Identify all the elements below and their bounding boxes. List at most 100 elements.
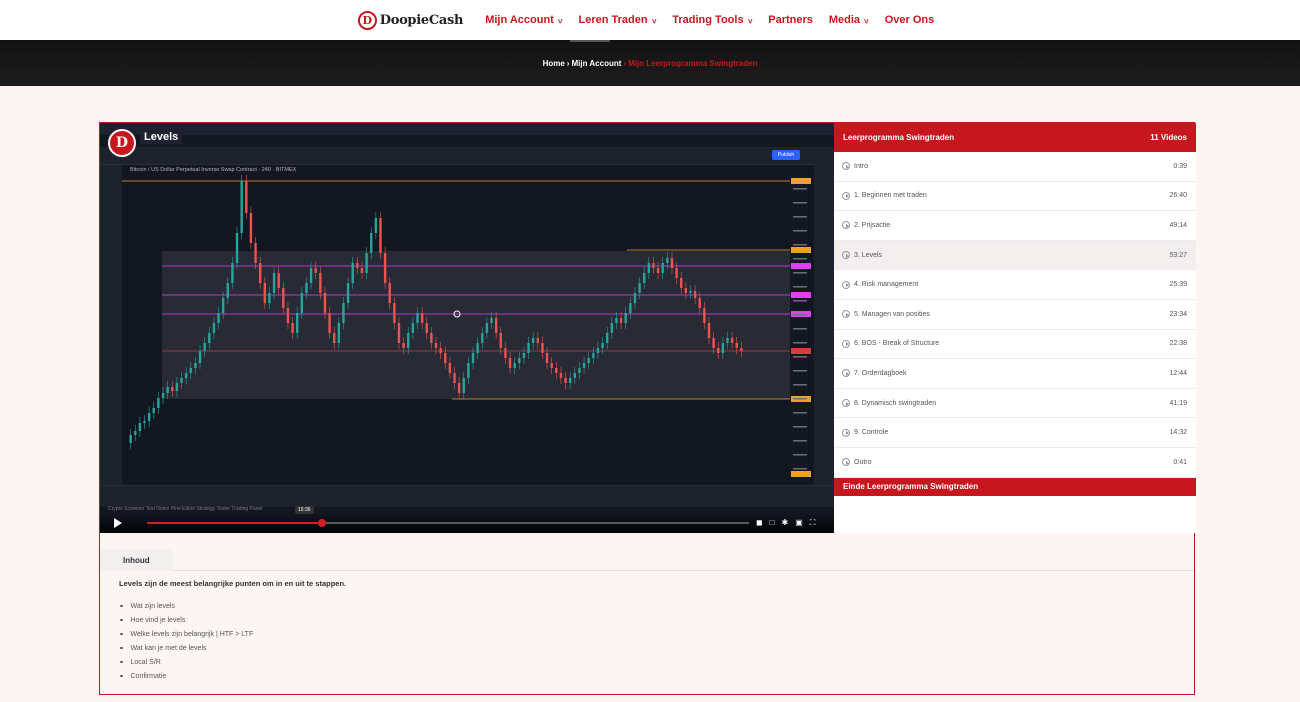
content-tabs: Inhoud (100, 549, 1194, 571)
playlist-item[interactable]: 7. Orderdagboek 12:44 (834, 359, 1196, 389)
candle-body (675, 268, 678, 278)
candle-body (175, 383, 179, 391)
price-tag (791, 247, 811, 253)
play-icon[interactable] (114, 518, 122, 528)
nav-item-partners[interactable]: Partners (768, 14, 813, 26)
video-player[interactable]: D Levels Publish Bitcoin / US Dollar Per… (100, 123, 834, 533)
breadcrumb-home[interactable]: Home (543, 59, 565, 68)
playlist-item[interactable]: 2. Prijsactie 49:14 (834, 211, 1196, 241)
progress-bar[interactable] (147, 519, 749, 527)
playlist-item[interactable]: 4. Risk management 25:39 (834, 270, 1196, 300)
candle-body (740, 348, 743, 351)
nav-menu: Mijn Account ˄ Leren Traden ˄ Trading Tools ˄… (477, 14, 942, 26)
candle-body (481, 333, 484, 343)
playlist-item-label: 5. Managen van posities (854, 310, 930, 318)
candle-body (527, 343, 530, 353)
nav-item-media[interactable]: Media ˄ (829, 14, 869, 26)
candle-body (471, 353, 475, 363)
price-tick (793, 440, 807, 442)
nav-item-over-ons[interactable]: Over Ons (885, 14, 935, 26)
candle-body (393, 303, 396, 323)
playlist-items: Intro 0:39 1. Beginnen met traden 26:40 2. P… (834, 152, 1196, 478)
topic-item: Hoe vind je levels (120, 613, 253, 627)
candle-body (536, 338, 539, 343)
playlist-item[interactable]: 5. Managen van posities 23:34 (834, 300, 1196, 330)
top-navigation: D DoopieCash Mijn Account ˄ Leren Traden ˄ T… (0, 0, 1300, 40)
progress-fill (147, 522, 322, 524)
candle-body (402, 343, 405, 348)
hero-accent-line (570, 40, 610, 42)
playlist-item[interactable]: 3. Levels 53:27 (834, 240, 1196, 271)
candle-body (730, 338, 734, 343)
candle-body (726, 338, 729, 343)
candle-body (615, 318, 618, 323)
pip-icon[interactable]: ▣ (795, 518, 803, 528)
settings-icon[interactable]: ✱ (781, 518, 788, 528)
candle-body (356, 263, 359, 268)
price-tick (793, 356, 807, 358)
logo-text: DoopieCash (379, 12, 464, 28)
nav-item-trading-tools[interactable]: Trading Tools ˄ (672, 14, 752, 26)
candle-body (601, 343, 604, 348)
lesson-topics: Wat zijn levels Hoe vind je levels Welke l… (120, 599, 254, 683)
candle-body (416, 313, 419, 323)
candle-body (268, 293, 271, 303)
video-control-icons: ◼ □ ✱ ▣ ⛶ (756, 518, 815, 528)
candle-body (444, 353, 447, 363)
play-circle-icon (842, 458, 850, 467)
candle-body (161, 393, 165, 398)
playlist-item[interactable]: 8. Dynamisch swingtraden 41:19 (834, 389, 1196, 419)
playlist-item[interactable]: Outro 0:41 (834, 448, 1196, 478)
progress-knob[interactable] (317, 519, 326, 527)
fullscreen-icon[interactable]: ⛶ (810, 518, 816, 528)
candle-body (638, 283, 641, 293)
nav-item-mijn-account[interactable]: Mijn Account ˄ (485, 14, 562, 26)
playlist-item[interactable]: 1. Beginnen met traden 26:40 (834, 182, 1196, 212)
candle-body (453, 373, 456, 383)
candle-body (559, 373, 563, 378)
candle-body (670, 258, 674, 268)
candle-body (351, 263, 354, 283)
candle-body (189, 368, 192, 373)
playlist-item[interactable]: 9. Controle 14:32 (834, 418, 1196, 448)
volume-icon[interactable]: ◼ (756, 518, 763, 528)
nav-item-leren-traden[interactable]: Leren Traden ˄ (579, 14, 657, 26)
candle-body (397, 323, 401, 343)
play-circle-icon (842, 428, 850, 437)
candle-body (684, 288, 688, 293)
playlist-item-label: 2. Prijsactie (854, 221, 891, 229)
site-logo[interactable]: D DoopieCash (357, 10, 464, 30)
candle-body (707, 323, 711, 338)
playlist-count: 11 Videos (1150, 133, 1187, 142)
playlist-item-label: 9. Controle (854, 429, 889, 437)
candle-body (143, 421, 146, 423)
price-tick (793, 216, 807, 218)
candle-body (605, 333, 609, 343)
candle-body (129, 435, 132, 443)
price-tag (791, 348, 811, 354)
candle-body (323, 293, 327, 313)
candle-body (184, 373, 188, 378)
price-axis (790, 173, 814, 481)
cast-icon[interactable]: □ (770, 518, 775, 528)
candle-body (735, 343, 738, 348)
candle-body (531, 338, 535, 343)
browser-tab-bar (100, 123, 834, 135)
playlist-item[interactable]: Intro 0:39 (834, 152, 1196, 182)
candle-body (249, 213, 253, 243)
playlist-header: Leerprogramma Swingtraden 11 Videos (834, 123, 1196, 152)
candle-body (578, 368, 581, 373)
candle-body (194, 363, 197, 368)
tab-inhoud[interactable]: Inhoud (100, 549, 173, 571)
candle-body (476, 343, 479, 353)
playlist-item-duration: 23:34 (1169, 310, 1187, 318)
candle-body (152, 408, 155, 413)
price-tag (791, 263, 811, 269)
playlist-item-label: 3. Levels (854, 251, 883, 259)
candle-body (337, 323, 341, 343)
breadcrumb-account[interactable]: Mijn Account (571, 59, 621, 68)
candle-body (254, 243, 257, 263)
playlist-item[interactable]: 6. BOS - Break of Structure 22:38 (834, 330, 1196, 360)
candle-body (379, 218, 382, 253)
candle-body (272, 273, 276, 293)
